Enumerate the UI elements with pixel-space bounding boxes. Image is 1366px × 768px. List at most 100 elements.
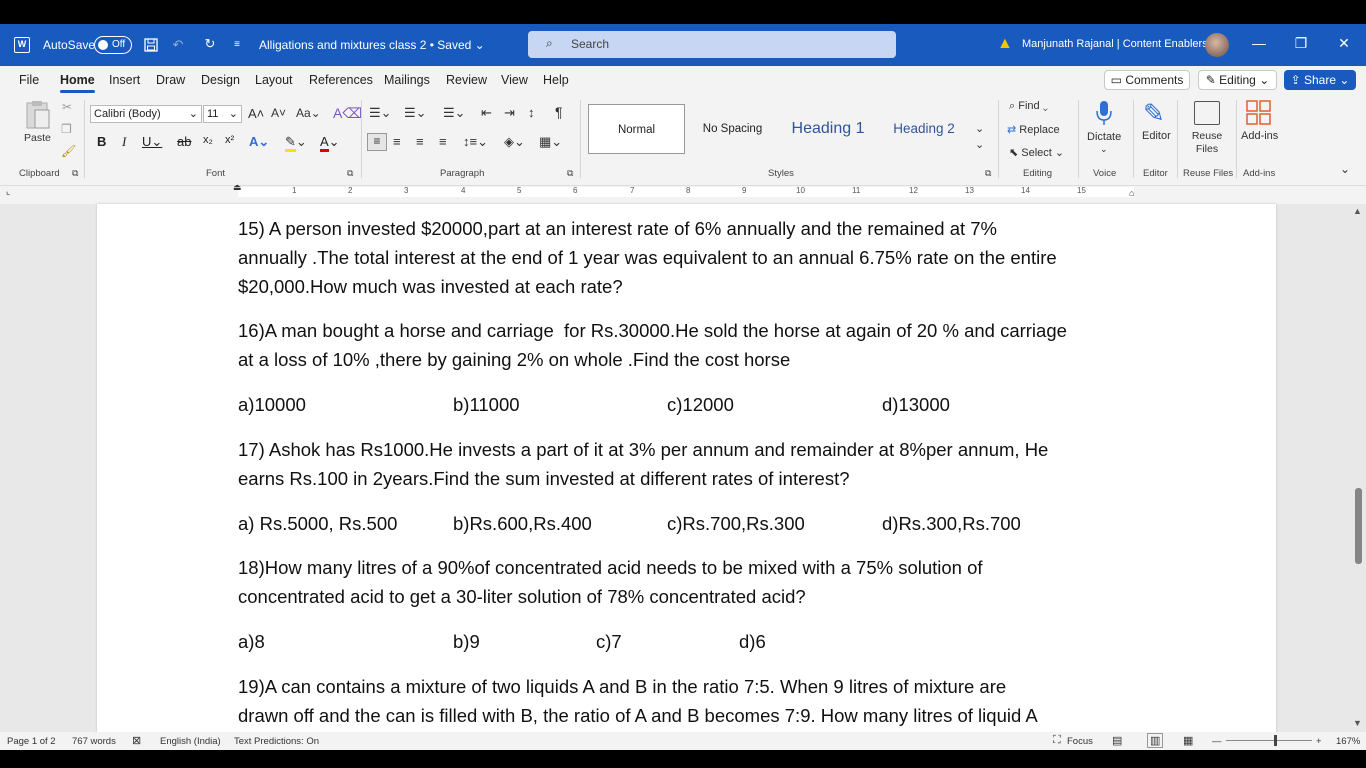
word-logo-icon[interactable]: W <box>14 37 30 53</box>
document-title[interactable]: Alligations and mixtures class 2 • Saved… <box>259 38 485 52</box>
shading-icon[interactable]: ◈⌄ <box>504 134 525 150</box>
q16-option-b[interactable]: b)11000 <box>453 394 520 416</box>
tab-references[interactable]: References <box>309 73 373 87</box>
shrink-font-icon[interactable]: A˅ <box>271 106 286 120</box>
style-heading-1[interactable]: Heading 1 <box>780 104 876 154</box>
microphone-icon[interactable] <box>1094 99 1114 127</box>
tab-stop-selector-icon[interactable]: ⌞ <box>6 186 10 197</box>
tab-file[interactable]: File <box>19 73 39 87</box>
question-17[interactable]: 17) Ashok has Rs1000.He invests a part o… <box>238 435 1148 493</box>
bullets-icon[interactable]: ☰⌄ <box>369 105 392 121</box>
highlight-icon[interactable]: ✎⌄ <box>285 134 307 152</box>
scrollbar-thumb[interactable] <box>1355 488 1362 564</box>
tab-insert[interactable]: Insert <box>109 73 140 87</box>
document-page[interactable]: 15) A person invested $20000,part at an … <box>97 204 1276 732</box>
tab-view[interactable]: View <box>501 73 528 87</box>
q17-option-c[interactable]: c)Rs.700,Rs.300 <box>667 513 805 535</box>
select-button[interactable]: ⬉ Select ⌄ <box>1009 146 1064 159</box>
zoom-level[interactable]: 167% <box>1336 736 1360 747</box>
tab-layout[interactable]: Layout <box>255 73 293 87</box>
share-button[interactable]: ⇪ Share ⌄ <box>1284 70 1356 90</box>
grow-font-icon[interactable]: A˄ <box>248 106 264 121</box>
question-15[interactable]: 15) A person invested $20000,part at an … <box>238 214 1148 301</box>
ribbon-collapse-icon[interactable]: ⌄ <box>1340 162 1350 176</box>
format-painter-icon[interactable]: 🖌 <box>61 144 76 158</box>
change-case-icon[interactable]: Aa⌄ <box>296 106 321 120</box>
web-layout-icon[interactable]: ▦ <box>1183 734 1193 747</box>
styles-expand-icon[interactable]: ⌄ <box>975 138 984 151</box>
q17-option-b[interactable]: b)Rs.600,Rs.400 <box>453 513 592 535</box>
customize-quick-access-icon[interactable]: ≡ <box>229 36 245 52</box>
cut-icon[interactable]: ✂ <box>62 100 72 114</box>
right-indent-marker-icon[interactable]: ⌂ <box>1129 188 1134 198</box>
tab-design[interactable]: Design <box>201 73 240 87</box>
add-ins-label[interactable]: Add-ins <box>1241 130 1278 142</box>
scroll-up-icon[interactable]: ▲ <box>1353 206 1362 216</box>
style-heading-2[interactable]: Heading 2 <box>880 104 968 154</box>
zoom-out-icon[interactable]: — <box>1212 736 1222 747</box>
vertical-scrollbar[interactable] <box>1350 204 1366 732</box>
reuse-files-label[interactable]: Reuse Files <box>1190 130 1224 156</box>
line-spacing-icon[interactable]: ↕≡⌄ <box>463 134 488 150</box>
clear-formatting-icon[interactable]: A⌫ <box>333 105 362 122</box>
word-count[interactable]: 767 words <box>72 736 116 747</box>
subscript-icon[interactable]: x₂ <box>203 134 213 146</box>
indent-marker-icon[interactable]: ⏏ <box>233 182 242 193</box>
q16-option-a[interactable]: a)10000 <box>238 394 306 416</box>
superscript-icon[interactable]: x² <box>225 134 234 146</box>
align-center-icon[interactable]: ≡ <box>393 134 401 149</box>
editor-icon[interactable]: ✎ <box>1143 98 1165 129</box>
close-icon[interactable]: ✕ <box>1334 35 1354 55</box>
text-effects-icon[interactable]: A⌄ <box>249 134 269 150</box>
scroll-down-icon[interactable]: ▼ <box>1353 718 1362 728</box>
paste-label[interactable]: Paste <box>24 132 51 144</box>
replace-button[interactable]: ⇄ Replace <box>1007 123 1060 136</box>
restore-icon[interactable]: ❐ <box>1291 35 1311 55</box>
q18-option-b[interactable]: b)9 <box>453 631 480 653</box>
editing-mode-button[interactable]: ✎ Editing ⌄ <box>1198 70 1277 90</box>
q18-option-d[interactable]: d)6 <box>739 631 766 653</box>
styles-more-icon[interactable]: ⌄ <box>975 122 984 135</box>
user-name[interactable]: Manjunath Rajanal | Content Enablers <box>1022 38 1208 50</box>
save-icon[interactable] <box>143 37 159 53</box>
multilevel-list-icon[interactable]: ☰⌄ <box>443 105 466 121</box>
italic-icon[interactable]: I <box>122 134 126 150</box>
question-18[interactable]: 18)How many litres of a 90%of concentrat… <box>238 553 1148 611</box>
tab-review[interactable]: Review <box>446 73 487 87</box>
editor-label[interactable]: Editor <box>1142 130 1171 142</box>
redo-icon[interactable]: ↻ <box>202 36 218 52</box>
undo-icon[interactable]: ↶ <box>170 37 186 53</box>
add-ins-icon[interactable] <box>1246 100 1272 126</box>
zoom-in-icon[interactable]: + <box>1316 736 1322 747</box>
zoom-slider-thumb[interactable] <box>1274 735 1277 746</box>
copy-icon[interactable]: ❐ <box>61 122 72 136</box>
q17-option-a[interactable]: a) Rs.5000, Rs.500 <box>238 513 397 535</box>
bold-icon[interactable]: B <box>97 134 106 149</box>
minimize-icon[interactable]: — <box>1249 35 1269 55</box>
chevron-down-icon[interactable]: ⌄ <box>1100 144 1108 155</box>
underline-icon[interactable]: U⌄ <box>142 134 162 150</box>
paragraph-launcher-icon[interactable]: ⧉ <box>567 168 573 179</box>
style-normal[interactable]: Normal <box>588 104 685 154</box>
font-size-select[interactable]: 11 ⌄ <box>203 105 242 123</box>
focus-label[interactable]: Focus <box>1067 736 1093 747</box>
align-left-icon[interactable]: ≡ <box>367 133 387 151</box>
page-count[interactable]: Page 1 of 2 <box>7 736 56 747</box>
question-16[interactable]: 16)A man bought a horse and carriage for… <box>238 316 1148 374</box>
styles-launcher-icon[interactable]: ⧉ <box>985 168 991 179</box>
increase-indent-icon[interactable]: ⇥ <box>504 105 515 121</box>
read-mode-icon[interactable]: ▤ <box>1112 734 1122 747</box>
question-19[interactable]: 19)A can contains a mixture of two liqui… <box>238 672 1148 730</box>
tab-home[interactable]: Home <box>60 73 95 93</box>
dictate-label[interactable]: Dictate <box>1087 131 1121 143</box>
avatar[interactable] <box>1205 33 1229 57</box>
comments-button[interactable]: ▭ Comments <box>1104 70 1190 90</box>
clipboard-launcher-icon[interactable]: ⧉ <box>72 168 78 179</box>
reuse-files-icon[interactable] <box>1194 101 1220 125</box>
q18-option-a[interactable]: a)8 <box>238 631 265 653</box>
zoom-slider[interactable] <box>1226 740 1312 741</box>
show-marks-icon[interactable]: ¶ <box>555 104 563 120</box>
text-predictions[interactable]: Text Predictions: On <box>234 736 319 747</box>
style-no-spacing[interactable]: No Spacing <box>690 104 775 154</box>
q16-option-d[interactable]: d)13000 <box>882 394 950 416</box>
